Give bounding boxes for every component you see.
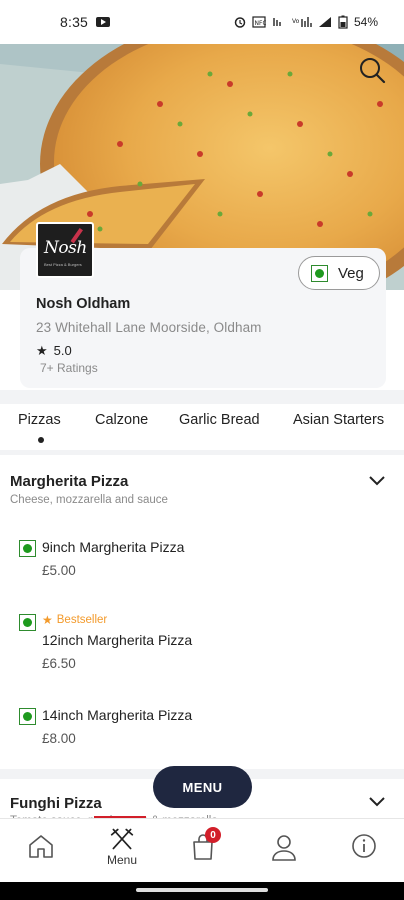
nav-info[interactable] — [344, 833, 384, 873]
tab-pizzas[interactable]: Pizzas — [18, 412, 61, 428]
bestseller-badge: ★ Bestseller — [42, 613, 107, 627]
rating-value: 5.0 — [53, 343, 72, 358]
svg-text:NFC: NFC — [254, 20, 266, 27]
menu-button[interactable]: MENU — [153, 766, 252, 808]
battery-icon — [338, 15, 348, 29]
restaurant-logo: Nosh Best Pizza & Burgers — [36, 222, 94, 278]
battery-percent: 54% — [353, 15, 378, 29]
svg-text:Vo: Vo — [292, 18, 300, 25]
search-icon[interactable] — [358, 56, 386, 84]
item-name: 12inch Margherita Pizza — [42, 632, 193, 648]
restaurant-address: 23 Whitehall Lane Moorside, Oldham — [36, 320, 262, 335]
rating-row: ★ 5.0 — [36, 343, 72, 358]
nav-menu-label: Menu — [106, 853, 138, 867]
item-name: 9inch Margherita Pizza — [42, 539, 185, 555]
tab-calzone[interactable]: Calzone — [95, 412, 148, 428]
status-bar: 8:35 NFC Vo 54% — [0, 0, 404, 44]
menu-item[interactable]: ★ Bestseller 12inch Margherita Pizza £6.… — [18, 612, 388, 674]
category-title[interactable]: Margherita Pizza — [10, 473, 128, 490]
profile-icon — [272, 835, 296, 861]
section-divider — [0, 390, 404, 404]
menu-item[interactable]: 14inch Margherita Pizza £8.00 — [18, 706, 388, 756]
bottom-nav: Menu 0 — [0, 818, 404, 882]
category-tabs: Pizzas Calzone Garlic Bread Asian Starte… — [0, 404, 404, 448]
cart-count-badge: 0 — [205, 827, 221, 843]
gesture-handle[interactable] — [136, 888, 268, 892]
item-price: £8.00 — [42, 731, 76, 746]
restaurant-card: Nosh Best Pizza & Burgers Veg Nosh Oldha… — [20, 222, 386, 388]
logo-subtext: Best Pizza & Burgers — [44, 262, 82, 267]
active-tab-indicator — [38, 437, 44, 443]
category-description: Cheese, mozzarella and sauce — [10, 494, 168, 506]
chevron-down-icon[interactable] — [368, 796, 386, 808]
logo-text: Nosh — [44, 238, 87, 258]
veg-filter-toggle[interactable]: Veg — [298, 256, 380, 290]
veg-label: Veg — [338, 264, 364, 282]
youtube-icon — [96, 17, 111, 27]
signal-icon — [318, 17, 331, 27]
alarm-icon — [234, 17, 246, 28]
tab-garlic-bread[interactable]: Garlic Bread — [179, 412, 260, 428]
home-icon — [29, 835, 53, 858]
veg-icon — [19, 614, 36, 631]
veg-icon — [19, 708, 36, 725]
wifi-calling-icon — [273, 18, 281, 26]
menu-cutlery-icon — [110, 828, 134, 850]
veg-icon — [311, 264, 328, 282]
star-icon: ★ — [36, 343, 48, 358]
bestseller-star-icon: ★ — [42, 613, 53, 627]
wifi-icon: Vo — [292, 17, 312, 27]
veg-icon — [19, 540, 36, 557]
item-price: £6.50 — [42, 656, 76, 671]
nav-profile[interactable] — [264, 833, 304, 873]
item-price: £5.00 — [42, 563, 76, 578]
bestseller-label: Bestseller — [56, 614, 108, 626]
nav-menu[interactable]: Menu — [102, 827, 142, 867]
item-name: 14inch Margherita Pizza — [42, 707, 193, 723]
nav-home[interactable] — [21, 833, 61, 873]
nav-cart[interactable]: 0 — [183, 827, 223, 873]
rating-count: 7+ Ratings — [40, 361, 98, 375]
status-icons: NFC Vo 54% — [234, 15, 378, 29]
chevron-down-icon[interactable] — [368, 475, 386, 487]
tabs-divider — [0, 450, 404, 455]
category-title[interactable]: Funghi Pizza — [10, 795, 102, 812]
tab-asian-starters[interactable]: Asian Starters — [293, 412, 384, 428]
menu-item[interactable]: 9inch Margherita Pizza £5.00 — [18, 538, 388, 588]
status-time: 8:35 — [60, 14, 89, 30]
restaurant-name: Nosh Oldham — [36, 296, 131, 312]
info-icon — [352, 834, 376, 858]
nfc-icon: NFC — [252, 16, 266, 28]
